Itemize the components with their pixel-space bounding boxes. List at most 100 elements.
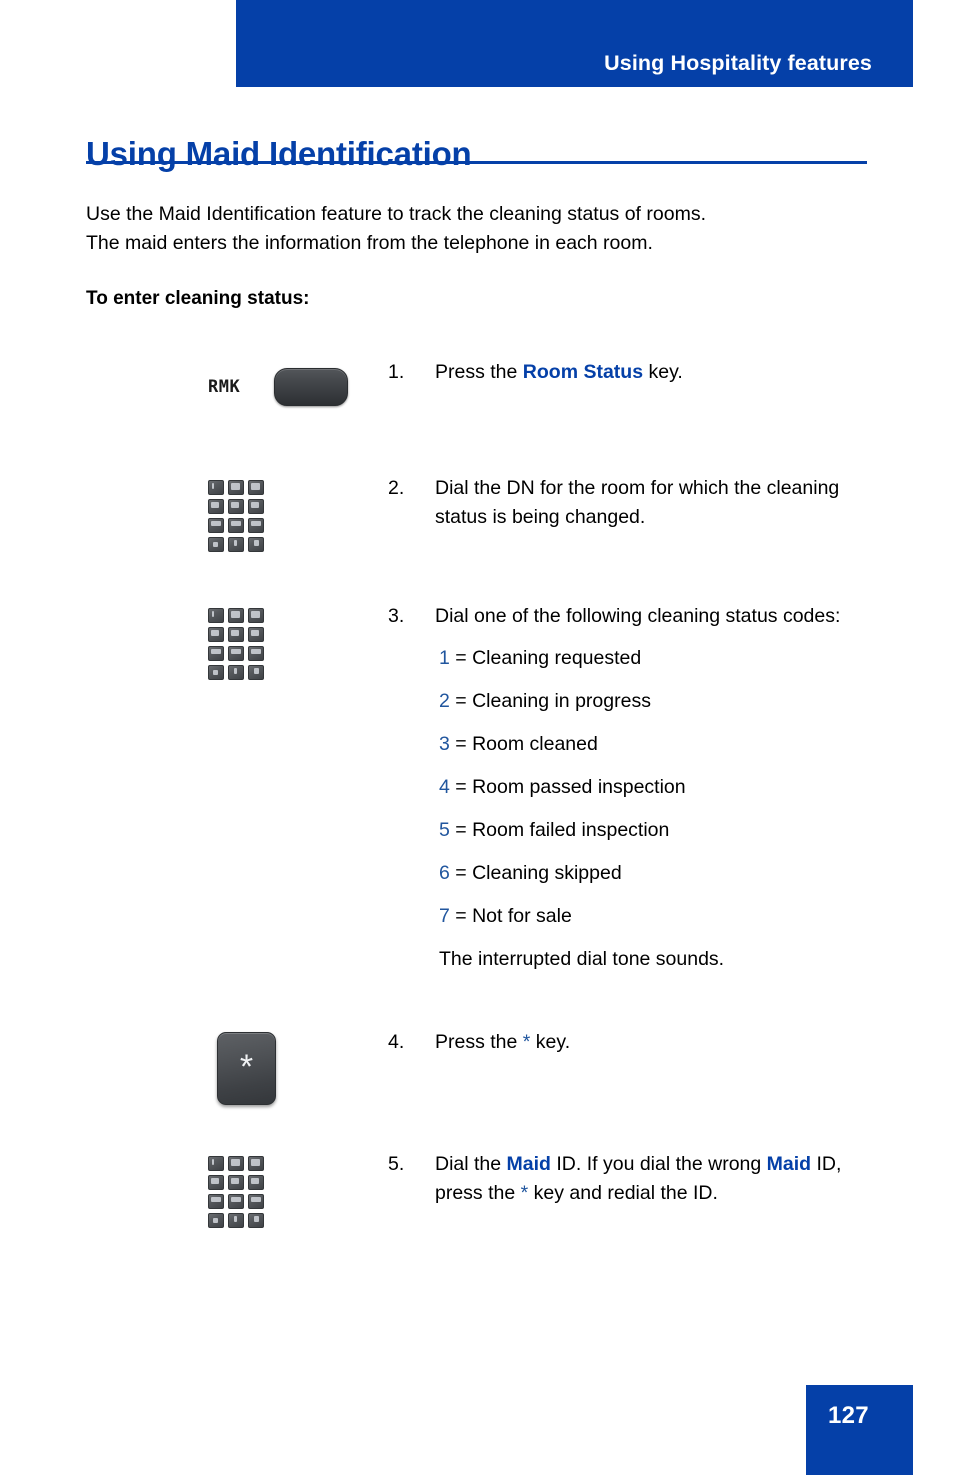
- page-number: 127: [828, 1402, 869, 1429]
- step-2: 2. Dial the DN for the room for which th…: [0, 474, 954, 602]
- dialpad-key-star: [208, 665, 224, 680]
- step-5-visual: [0, 1150, 388, 1228]
- code-description: = Cleaning skipped: [455, 862, 622, 884]
- step-4-text: Press the * key.: [435, 1028, 867, 1057]
- step-1-body: 1. Press the Room Status key.: [388, 358, 954, 387]
- code-description: = Room cleaned: [455, 733, 598, 755]
- dialpad-key-2: [228, 480, 244, 495]
- dialpad-key-4: [208, 1175, 224, 1190]
- dialpad-icon[interactable]: [208, 480, 264, 552]
- dialpad-key-star: [208, 537, 224, 552]
- dialpad-key-9: [248, 1194, 264, 1209]
- dialpad-key-5: [228, 499, 244, 514]
- dialpad-key-4: [208, 627, 224, 642]
- step-3-text-block: Dial one of the following cleaning statu…: [435, 602, 867, 971]
- step-1-visual: RMK: [0, 358, 388, 406]
- dialpad-key-0: [228, 1213, 244, 1228]
- dialpad-key-star: [208, 1213, 224, 1228]
- code-item: 4 = Room passed inspection: [439, 775, 867, 818]
- code-value: 5: [439, 819, 450, 841]
- step-3-body: 3. Dial one of the following cleaning st…: [388, 602, 954, 971]
- dialpad-icon[interactable]: [208, 1156, 264, 1228]
- step-3-number: 3.: [388, 605, 405, 627]
- dialpad-key-7: [208, 646, 224, 661]
- step-2-number: 2.: [388, 477, 405, 499]
- step-5-seg-1: Dial the: [435, 1153, 507, 1175]
- code-value: 7: [439, 905, 450, 927]
- procedure-steps: RMK 1. Press the Room Status key. 2. Dia…: [0, 358, 954, 1270]
- code-value: 6: [439, 862, 450, 884]
- title-divider: [86, 161, 867, 164]
- dialpad-icon[interactable]: [208, 608, 264, 680]
- dialpad-key-hash: [248, 1213, 264, 1228]
- step-1-text-before: Press the: [435, 361, 523, 383]
- step-3-text: Dial one of the following cleaning statu…: [435, 605, 841, 627]
- code-item: 5 = Room failed inspection: [439, 818, 867, 861]
- step-4-number: 4.: [388, 1031, 405, 1053]
- dialpad-key-4: [208, 499, 224, 514]
- rmk-display-label: RMK: [208, 376, 241, 397]
- dialpad-key-7: [208, 518, 224, 533]
- dialpad-key-2: [228, 1156, 244, 1171]
- dialpad-key-3: [248, 1156, 264, 1171]
- asterisk-glyph: *: [239, 1047, 254, 1086]
- code-value: 4: [439, 776, 450, 798]
- step-3-visual: [0, 602, 388, 680]
- document-page: Using Hospitality features Using Maid Id…: [0, 0, 954, 1475]
- step-5-text: Dial the Maid ID. If you dial the wrong …: [435, 1150, 867, 1208]
- dialpad-key-1: [208, 480, 224, 495]
- step-5-emphasis-1: Maid: [506, 1153, 551, 1175]
- step-4-body: 4. Press the * key.: [388, 1028, 954, 1057]
- room-status-feature-key-icon[interactable]: [274, 368, 349, 406]
- code-value: 3: [439, 733, 450, 755]
- star-key-icon[interactable]: *: [217, 1032, 276, 1105]
- step-5: 5. Dial the Maid ID. If you dial the wro…: [0, 1150, 954, 1270]
- code-description: = Not for sale: [455, 905, 572, 927]
- step-2-text: Dial the DN for the room for which the c…: [435, 477, 840, 528]
- dialpad-key-0: [228, 537, 244, 552]
- dialpad-key-6: [248, 1175, 264, 1190]
- step-1-text-after: key.: [643, 361, 683, 383]
- code-item: 6 = Cleaning skipped: [439, 861, 867, 904]
- dialpad-key-hash: [248, 537, 264, 552]
- code-item: 3 = Room cleaned: [439, 732, 867, 775]
- code-value: 2: [439, 690, 450, 712]
- dialpad-key-1: [208, 608, 224, 623]
- dialpad-key-5: [228, 627, 244, 642]
- step-4: * 4. Press the * key.: [0, 1028, 954, 1150]
- code-description: = Room failed inspection: [455, 819, 670, 841]
- step-5-seg-2: ID. If you dial the wrong: [550, 1153, 767, 1175]
- dialpad-key-3: [248, 608, 264, 623]
- dialpad-key-8: [228, 646, 244, 661]
- header-running-title: Using Hospitality features: [604, 50, 872, 75]
- dialpad-key-hash: [248, 665, 264, 680]
- code-item: 1 = Cleaning requested: [439, 646, 867, 689]
- dial-tone-note: The interrupted dial tone sounds.: [439, 948, 725, 970]
- code-description: = Cleaning in progress: [455, 690, 651, 712]
- dialpad-key-6: [248, 499, 264, 514]
- step-5-number: 5.: [388, 1153, 405, 1175]
- dialpad-key-8: [228, 1194, 244, 1209]
- page-title: Using Maid Identification: [86, 135, 472, 173]
- code-item: 2 = Cleaning in progress: [439, 689, 867, 732]
- room-status-key-group: RMK: [208, 368, 349, 406]
- code-description: = Cleaning requested: [455, 647, 642, 669]
- cleaning-status-code-list: 1 = Cleaning requested 2 = Cleaning in p…: [435, 646, 867, 928]
- section-subheading: To enter cleaning status:: [86, 288, 310, 309]
- code-item: 7 = Not for sale: [439, 904, 867, 928]
- dialpad-key-6: [248, 627, 264, 642]
- code-value: 1: [439, 647, 450, 669]
- step-2-visual: [0, 474, 388, 552]
- step-5-body: 5. Dial the Maid ID. If you dial the wro…: [388, 1150, 954, 1208]
- dialpad-key-2: [228, 608, 244, 623]
- step-1-number: 1.: [388, 361, 405, 383]
- dialpad-key-3: [248, 480, 264, 495]
- code-description: = Room passed inspection: [455, 776, 686, 798]
- dialpad-key-7: [208, 1194, 224, 1209]
- step-4-visual: *: [0, 1028, 388, 1105]
- step-2-body: 2. Dial the DN for the room for which th…: [388, 474, 954, 532]
- intro-paragraph: Use the Maid Identification feature to t…: [86, 200, 886, 258]
- step-4-text-before: Press the: [435, 1031, 523, 1053]
- dialpad-key-9: [248, 646, 264, 661]
- intro-line-2: The maid enters the information from the…: [86, 232, 653, 254]
